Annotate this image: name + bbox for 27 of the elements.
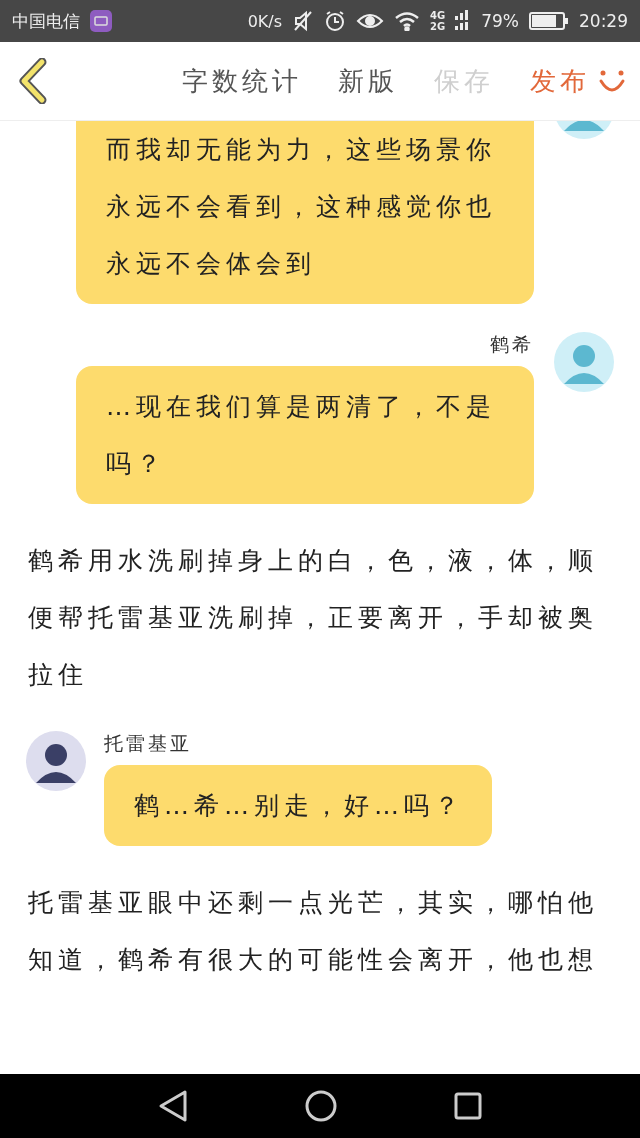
- app-icon: [90, 10, 112, 32]
- battery-icon: [529, 11, 569, 31]
- toolbar-button[interactable]: 新版: [330, 57, 406, 105]
- back-icon[interactable]: [18, 58, 48, 104]
- battery-percent: 79%: [481, 11, 519, 31]
- network-speed: 0K/s: [247, 11, 283, 31]
- narration-paragraph: 鹤希用水洗刷掉身上的白，色，液，体，顺便帮托雷基亚洗刷掉，正要离开，手却被奥拉住: [28, 545, 599, 691]
- alarm-icon: [324, 10, 347, 32]
- clock: 20:29: [579, 11, 628, 31]
- eye-icon: [356, 11, 385, 31]
- speech-bubble: 而我却无能为力，这些场景你永远不会看到，这种感觉你也永远不会体会到: [76, 121, 534, 304]
- avatar: [554, 332, 614, 392]
- recent-apps-icon[interactable]: [453, 1092, 482, 1120]
- carrier-name: 中国电信: [12, 9, 80, 33]
- speech-bubble: 鹤…希…别走，好…吗？: [104, 765, 492, 846]
- avatar: [26, 731, 86, 791]
- back-icon[interactable]: [158, 1089, 189, 1123]
- mute-icon: [292, 10, 315, 32]
- speaker-name: 鹤希: [490, 332, 534, 357]
- toolbar-button[interactable]: 字数统计: [174, 57, 310, 105]
- network-type: 2G: [430, 21, 446, 32]
- narration-paragraph: 托雷基亚眼中还剩一点光芒，其实，哪怕他知道，鹤希有很大的可能性会离开，他也想: [28, 887, 599, 976]
- speech-bubble: …现在我们算是两清了，不是吗？: [76, 366, 534, 504]
- network-type: 4G: [430, 10, 446, 21]
- speaker-name: 托雷基亚: [104, 731, 192, 756]
- home-icon[interactable]: [305, 1090, 337, 1122]
- wifi-icon: [394, 11, 421, 31]
